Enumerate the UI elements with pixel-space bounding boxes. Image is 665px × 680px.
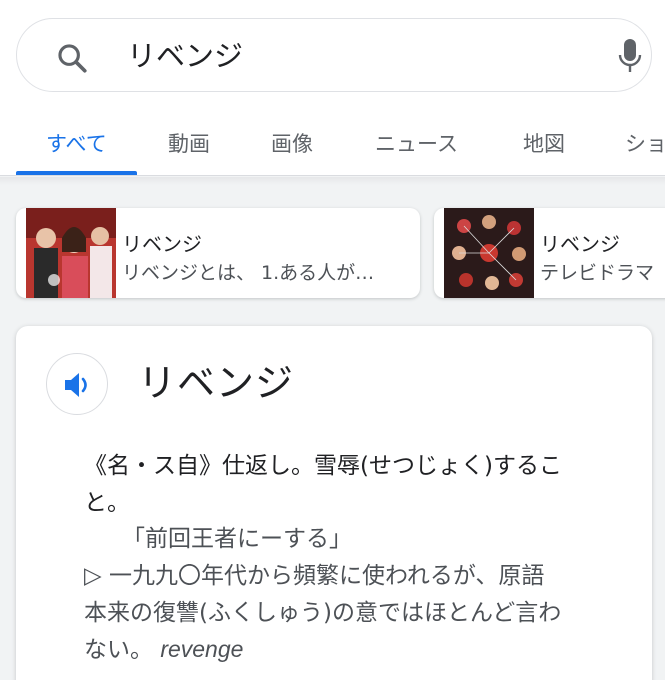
definition-line: 《名・ス自》仕返し。雪辱(せつじょく)するこ (84, 453, 562, 479)
chip-description: テレビドラマ (540, 262, 655, 284)
entity-chip-1[interactable]: リベンジ リベンジとは、 1.ある人が… (16, 208, 420, 298)
chip-title: リベンジ (122, 232, 202, 256)
note-line: 本来の復讐(ふくしゅう)の意ではほとんど言わ (84, 600, 562, 626)
definition-line: と。 (84, 490, 130, 516)
search-icon[interactable] (55, 41, 89, 75)
tab-maps[interactable]: 地図 (523, 128, 565, 158)
tab-all[interactable]: すべて (46, 128, 107, 158)
entity-chip-2[interactable]: リベンジ テレビドラマ (434, 208, 665, 298)
chip-title: リベンジ (540, 232, 620, 256)
chip-description: リベンジとは、 1.ある人が… (122, 262, 375, 284)
active-tab-indicator (16, 171, 137, 175)
dictionary-card: リベンジ 《名・ス自》仕返し。雪辱(せつじょく)するこ と。 「前回王者にーする… (16, 326, 652, 680)
chip-thumbnail-drama (444, 208, 534, 298)
chip-thumbnail-people (26, 208, 116, 298)
search-header: リベンジ すべて 動画 画像 ニュース 地図 ショ (0, 0, 665, 176)
search-input[interactable]: リベンジ (127, 39, 243, 73)
note-line-end: ない。 (84, 637, 153, 663)
header-shadow (0, 177, 665, 185)
mic-icon[interactable] (617, 37, 643, 77)
pronunciation-button[interactable] (46, 353, 108, 415)
search-tabs: すべて 動画 画像 ニュース 地図 ショ (0, 118, 665, 176)
tab-images[interactable]: 画像 (271, 128, 313, 158)
search-bar[interactable]: リベンジ (16, 18, 652, 92)
example-line: 「前回王者にーする」 (122, 526, 352, 552)
headword: リベンジ (138, 361, 295, 405)
tab-shopping[interactable]: ショ (625, 128, 665, 158)
english-equivalent: revenge (160, 636, 244, 662)
tab-videos[interactable]: 動画 (168, 128, 210, 158)
note-line: ▷ 一九九〇年代から頻繁に使われるが、原語 (84, 563, 545, 589)
note-line: ない。 revenge (84, 630, 243, 664)
speaker-icon (65, 373, 87, 397)
tab-news[interactable]: ニュース (375, 128, 458, 158)
